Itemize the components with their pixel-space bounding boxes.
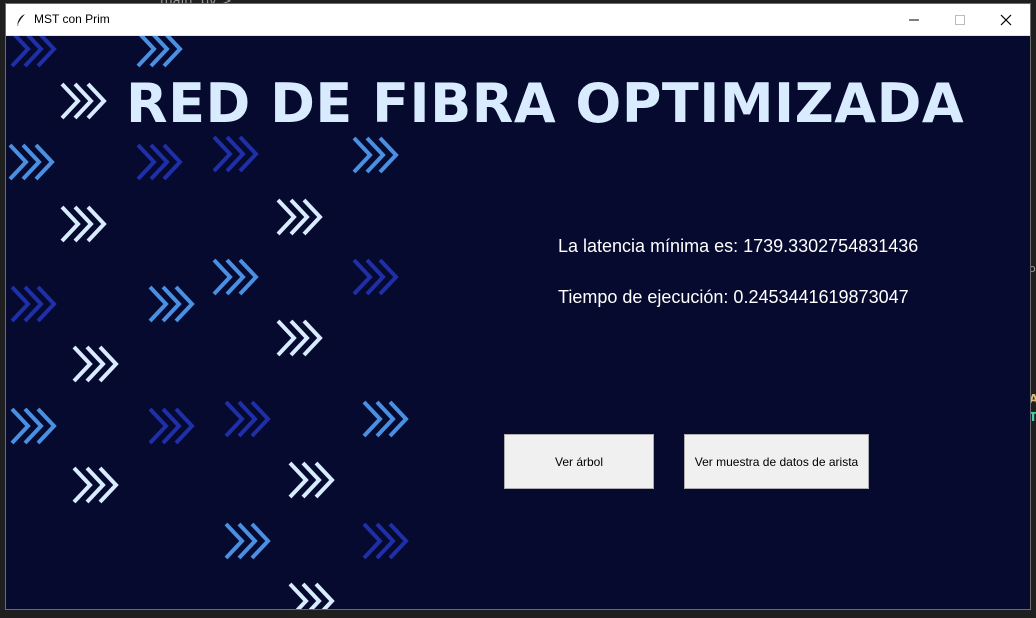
view-tree-button[interactable]: Ver árbol [504,434,654,489]
view-edge-data-button[interactable]: Ver muestra de datos de arista [684,434,869,489]
minimize-icon [909,19,919,20]
main-canvas: RED DE FIBRA OPTIMIZADA La latencia míni… [6,36,1030,609]
execution-time-label: Tiempo de ejecución: 0.2453441619873047 [558,287,909,307]
maximize-button[interactable] [937,4,983,35]
latency-label: La latencia mínima es: 1739.330275483143… [558,236,919,256]
close-icon [1000,14,1012,25]
window-title: MST con Prim [34,12,110,26]
title-bar[interactable]: MST con Prim [6,4,1030,36]
page-title: RED DE FIBRA OPTIMIZADA [126,72,965,135]
feather-icon [14,12,28,27]
minimize-button[interactable] [891,4,937,35]
app-window: MST con Prim RED DE FIBRA OPTIMIZADA La … [5,3,1031,610]
maximize-icon [955,14,965,25]
close-button[interactable] [983,4,1029,35]
